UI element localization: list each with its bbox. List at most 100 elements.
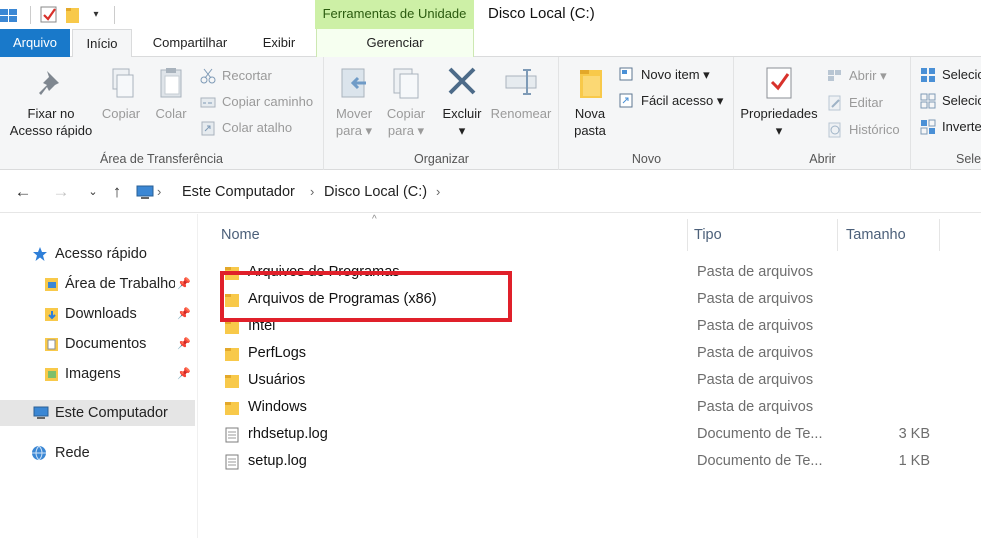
delete-x-icon: [448, 67, 476, 95]
paste-shortcut-icon: [201, 121, 215, 136]
tab-home[interactable]: Início: [72, 29, 132, 58]
copy-to-icon: [393, 68, 419, 99]
edit-button[interactable]: Editar: [827, 92, 883, 114]
select-group: Selecio Selecio Inverte Sele: [912, 57, 981, 170]
nav-downloads-label: Downloads: [65, 306, 137, 322]
select-all-button[interactable]: Selecio: [920, 64, 981, 86]
new-item-icon: [619, 67, 633, 81]
table-row[interactable]: rhdsetup.log Documento de Te... 3 KB: [218, 421, 978, 448]
tab-manage[interactable]: Gerenciar: [316, 29, 474, 57]
delete-button[interactable]: Excluir ▾: [437, 65, 487, 139]
paste-shortcut-label: Colar atalho: [222, 120, 293, 135]
breadcrumb-this-pc[interactable]: Este Computador: [182, 180, 295, 204]
folder-icon: [225, 348, 239, 361]
new-folder-button[interactable]: Nova pasta: [566, 65, 614, 139]
pin-icon[interactable]: 📌: [177, 361, 191, 387]
nav-quick-access[interactable]: Acesso rápido: [0, 241, 195, 267]
pin-quick-access-button[interactable]: Fixar no Acesso rápido: [6, 65, 96, 139]
pin-icon[interactable]: 📌: [177, 331, 191, 357]
properties-button[interactable]: Propriedades ▾: [737, 65, 821, 139]
pin-icon[interactable]: 📌: [175, 271, 191, 297]
clipboard-group: Fixar no Acesso rápido Copiar Colar Reco…: [0, 57, 324, 170]
ribbon: Fixar no Acesso rápido Copiar Colar Reco…: [0, 57, 981, 170]
new-folder-quick-icon[interactable]: [66, 6, 80, 24]
open-group: Propriedades▾ Abrir ▾ Editar Histórico: [735, 57, 911, 170]
cut-button[interactable]: Recortar: [200, 65, 272, 87]
easy-access-icon: [619, 93, 633, 108]
nav-quick-access-label: Acesso rápido: [55, 246, 147, 262]
nav-this-pc[interactable]: Este Computador: [0, 400, 195, 426]
nav-desktop[interactable]: Área de Trabalho 📌: [0, 271, 195, 297]
ribbon-tabs: Arquivo Início Compartilhar Exibir Geren…: [0, 29, 981, 58]
pictures-folder-icon: [45, 368, 58, 381]
breadcrumb-separator: ›: [310, 184, 315, 199]
text-file-icon: [225, 454, 239, 470]
window-title: Disco Local (C:): [488, 5, 595, 22]
tab-file[interactable]: Arquivo: [0, 29, 70, 57]
tab-share[interactable]: Compartilhar: [140, 29, 240, 57]
select-none-button[interactable]: Selecio: [920, 90, 981, 112]
easy-access-label: Fácil acesso: [641, 93, 714, 108]
invert-selection-label: Inverte: [942, 119, 981, 134]
move-to-button[interactable]: Mover para ▾: [329, 65, 379, 139]
documents-folder-icon: [45, 338, 58, 351]
paste-button[interactable]: Colar: [148, 65, 194, 122]
nav-pictures-label: Imagens: [65, 366, 121, 382]
open-button[interactable]: Abrir ▾: [827, 65, 887, 87]
properties-check-icon[interactable]: [40, 6, 58, 24]
copy-button[interactable]: Copiar: [98, 65, 144, 122]
up-button[interactable]: ↑: [106, 181, 128, 203]
table-row[interactable]: PerfLogs Pasta de arquivos: [218, 340, 978, 367]
forward-button[interactable]: →: [50, 181, 72, 203]
rename-button[interactable]: Renomear: [489, 65, 553, 122]
nav-documents[interactable]: Documentos 📌: [0, 331, 195, 357]
copy-path-button[interactable]: Copiar caminho: [200, 91, 313, 113]
nav-downloads[interactable]: Downloads 📌: [0, 301, 195, 327]
breadcrumb-local-disk[interactable]: Disco Local (C:): [324, 180, 427, 204]
file-name: Usuários: [248, 372, 306, 388]
organize-group-label: Organizar: [414, 152, 469, 166]
customize-quick-access-chevron-icon[interactable]: ▾: [90, 6, 102, 24]
copy-path-icon: [200, 97, 216, 108]
pin-icon[interactable]: 📌: [177, 301, 191, 327]
recent-locations-chevron-icon[interactable]: ⌄: [82, 181, 104, 203]
select-none-label: Selecio: [942, 93, 981, 108]
move-to-icon: [341, 68, 366, 98]
copy-to-button[interactable]: Copiar para ▾: [381, 65, 431, 139]
table-row[interactable]: Windows Pasta de arquivos: [218, 394, 978, 421]
copy-path-label: Copiar caminho: [222, 94, 314, 109]
nav-this-pc-label: Este Computador: [55, 405, 168, 421]
invert-selection-button[interactable]: Inverte: [920, 116, 981, 138]
move-to-label-1: Mover: [335, 106, 373, 121]
history-button[interactable]: Histórico: [827, 119, 900, 141]
network-icon: [32, 445, 46, 461]
nav-pictures[interactable]: Imagens 📌: [0, 361, 195, 387]
new-item-button[interactable]: Novo item ▾: [619, 64, 710, 86]
system-menu-icon[interactable]: [0, 6, 20, 24]
drive-tools-context-tab: Ferramentas de Unidade: [315, 0, 474, 29]
column-header-type[interactable]: Tipo: [688, 219, 838, 251]
downloads-folder-icon: [45, 308, 58, 321]
nav-network[interactable]: Rede: [0, 440, 195, 466]
new-group-label: Novo: [631, 152, 662, 166]
history-label: Histórico: [849, 122, 900, 137]
file-type: Pasta de arquivos: [697, 264, 814, 280]
quick-access-separator: [114, 6, 115, 24]
table-row[interactable]: Usuários Pasta de arquivos: [218, 367, 978, 394]
organize-group: Mover para ▾ Copiar para ▾ Excluir ▾ Reno…: [325, 57, 559, 170]
text-file-icon: [225, 427, 239, 443]
file-type: Pasta de arquivos: [697, 345, 814, 361]
table-row[interactable]: setup.log Documento de Te... 1 KB: [218, 448, 978, 475]
back-button[interactable]: ←: [12, 181, 34, 203]
edit-label: Editar: [849, 95, 883, 110]
column-header-name[interactable]: Nome: [215, 219, 688, 251]
nav-desktop-label: Área de Trabalho: [65, 276, 177, 292]
paste-shortcut-button[interactable]: Colar atalho: [200, 117, 292, 139]
quick-access-separator: [30, 6, 31, 24]
file-name: PerfLogs: [248, 345, 307, 361]
tab-view[interactable]: Exibir: [252, 29, 306, 57]
file-name: rhdsetup.log: [248, 426, 328, 442]
easy-access-button[interactable]: Fácil acesso ▾: [619, 90, 723, 112]
select-none-icon: [920, 93, 936, 109]
column-header-size[interactable]: Tamanho: [840, 219, 940, 251]
